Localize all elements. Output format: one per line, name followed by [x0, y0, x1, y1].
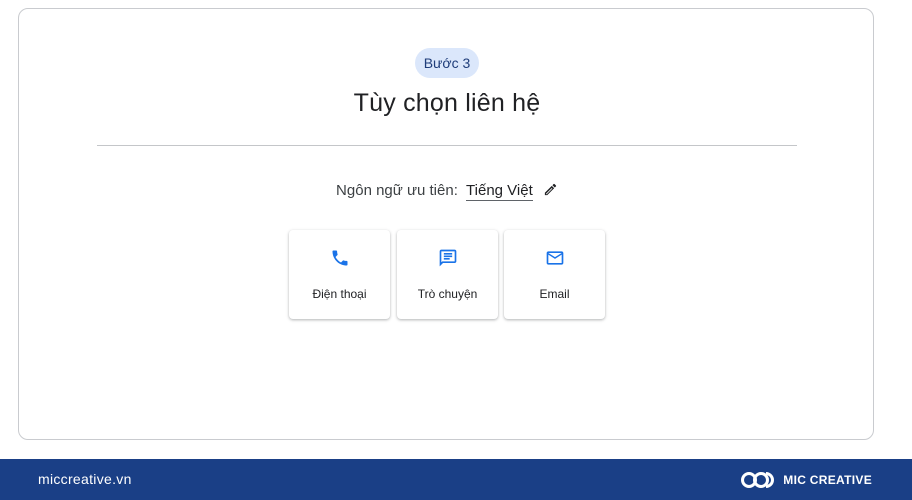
pencil-icon[interactable]: [543, 182, 558, 197]
page-title: Tùy chọn liên hệ: [353, 89, 541, 117]
phone-icon: [289, 248, 390, 268]
divider: [97, 145, 797, 146]
contact-option-email[interactable]: Email: [504, 230, 605, 319]
contact-option-label: Email: [539, 287, 570, 301]
footer-brand: MIC CREATIVE: [741, 469, 872, 491]
contact-option-label: Điện thoại: [312, 287, 367, 301]
brand-logo-icon: [741, 472, 775, 488]
contact-options-card: Bước 3 Tùy chọn liên hệ Ngôn ngữ ưu tiên…: [18, 8, 874, 440]
contact-option-label: Trò chuyện: [417, 287, 478, 301]
contact-option-phone[interactable]: Điện thoại: [289, 230, 390, 319]
preferred-language-row: Ngôn ngữ ưu tiên: Tiếng Việt: [19, 182, 875, 201]
page: Bước 3 Tùy chọn liên hệ Ngôn ngữ ưu tiên…: [0, 0, 912, 500]
step-badge: Bước 3: [415, 48, 479, 78]
preferred-language-label: Ngôn ngữ ưu tiên:: [336, 182, 458, 199]
contact-options: Điện thoại Trò chuyện Email: [289, 230, 609, 320]
contact-option-chat[interactable]: Trò chuyện: [397, 230, 498, 319]
footer-bar: miccreative.vn MIC CREATIVE: [0, 459, 912, 500]
chat-icon: [397, 248, 498, 268]
footer-brand-name: MIC CREATIVE: [783, 473, 872, 487]
preferred-language-value[interactable]: Tiếng Việt: [466, 182, 533, 201]
footer-site-link[interactable]: miccreative.vn: [38, 471, 132, 487]
email-icon: [504, 248, 605, 268]
